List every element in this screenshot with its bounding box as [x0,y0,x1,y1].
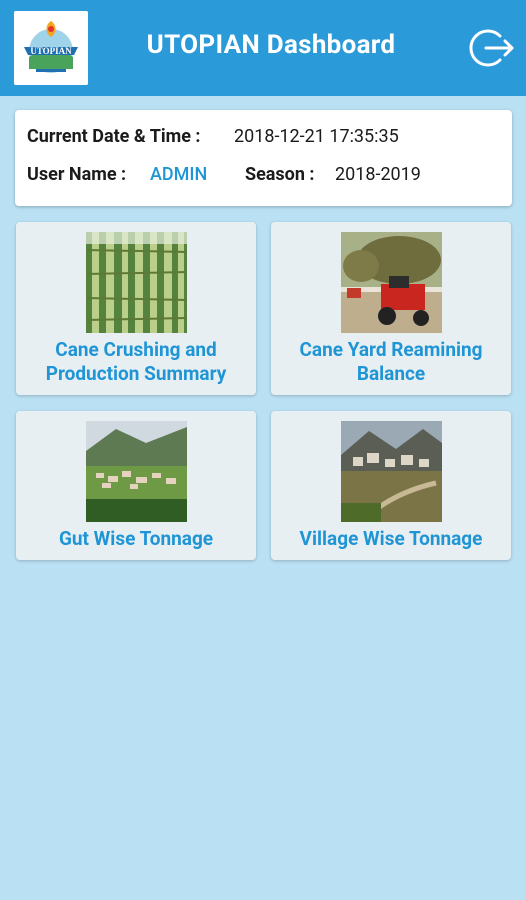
username-value: ADMIN [150,164,208,185]
page-title: UTOPIAN Dashboard [146,30,396,60]
season-value: 2018-2019 [335,164,421,185]
datetime-value: 2018-12-21 17:35:35 [234,126,399,147]
logout-icon [469,29,514,67]
logout-button[interactable] [466,26,514,70]
hillside-town-image [86,421,187,522]
datetime-label: Current Date & Time : [27,126,201,147]
tile-cane-crushing-summary[interactable]: Cane Crushing and Production Summary [16,222,256,395]
tile-label: Gut Wise Tonnage [58,527,214,550]
app-bar: UTOPIAN UTOPIAN Dashboard [0,0,526,96]
session-info-card: Current Date & Time : 2018-12-21 17:35:3… [15,110,512,206]
tile-label: Village Wise Tonnage [299,527,483,550]
tile-cane-yard-balance[interactable]: Cane Yard Reamining Balance [271,222,511,395]
tractor-image [341,232,442,333]
tile-gut-wise-tonnage[interactable]: Gut Wise Tonnage [16,411,256,560]
tile-label: Cane Yard Reamining Balance [299,338,483,385]
mountain-village-image [341,421,442,522]
tile-village-wise-tonnage[interactable]: Village Wise Tonnage [271,411,511,560]
sugarcane-image [86,232,187,333]
tile-label: Cane Crushing and Production Summary [45,338,227,385]
username-label: User Name : [27,164,127,185]
season-label: Season : [245,164,315,185]
